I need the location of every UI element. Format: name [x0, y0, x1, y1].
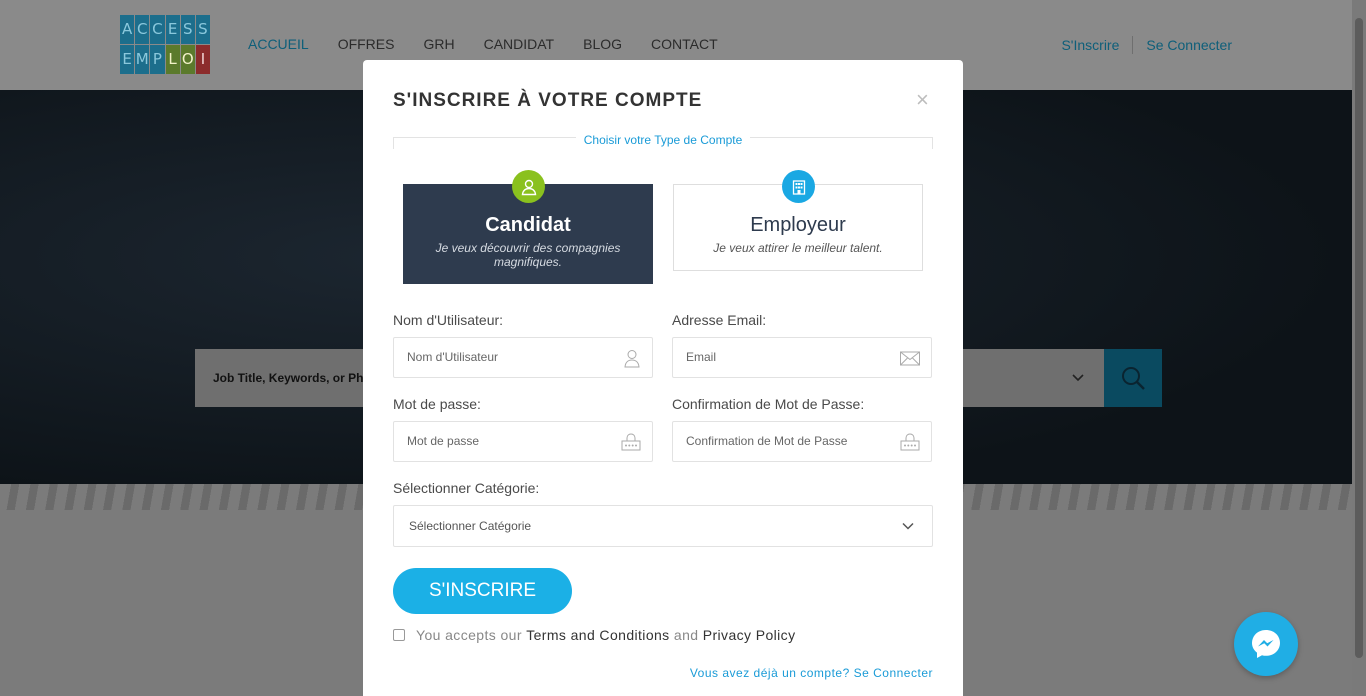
username-label: Nom d'Utilisateur: [393, 312, 504, 328]
signup-link[interactable]: S'Inscrire [1061, 37, 1119, 53]
account-type-title: Employeur [750, 214, 846, 236]
search-icon [1122, 367, 1145, 390]
logo-letter: S [195, 15, 210, 44]
terms-link[interactable]: Terms and Conditions [526, 627, 669, 643]
scrollbar-thumb[interactable] [1355, 18, 1363, 658]
messenger-chat-button[interactable] [1234, 612, 1298, 676]
divider [1132, 36, 1134, 54]
signup-submit-button[interactable]: S'INSCRIRE [393, 568, 572, 614]
email-label: Adresse Email: [672, 312, 767, 328]
account-type-title: Candidat [485, 214, 571, 236]
chevron-down-icon [902, 522, 914, 530]
password-confirm-label: Confirmation de Mot de Passe: [672, 396, 865, 412]
nav-candidat[interactable]: CANDIDAT [484, 36, 555, 52]
existing-account-login-link[interactable]: Vous avez déjà un compte? Se Connecter [690, 666, 933, 680]
terms-row: You accepts our Terms and Conditions and… [393, 627, 795, 643]
lock-icon [900, 433, 920, 451]
logo-letter: I [195, 45, 210, 74]
lock-icon [621, 433, 641, 451]
search-button[interactable] [1104, 349, 1162, 407]
logo-letter: P [150, 45, 165, 74]
logo-letter: E [165, 15, 180, 44]
category-label: Sélectionner Catégorie: [393, 480, 540, 496]
account-type-description: Je veux attirer le meilleur talent. [713, 241, 883, 255]
terms-checkbox[interactable] [393, 629, 405, 641]
nav-blog[interactable]: BLOG [583, 36, 622, 52]
account-type-legend-text: Choisir votre Type de Compte [575, 133, 751, 147]
password-confirm-placeholder: Confirmation de Mot de Passe [686, 434, 848, 448]
nav-accueil[interactable]: ACCUEIL [248, 36, 309, 52]
category-selected-value: Sélectionner Catégorie [409, 519, 532, 533]
password-label: Mot de passe: [393, 396, 481, 412]
signup-modal: S'INSCRIRE À VOTRE COMPTE × Choisir votr… [363, 60, 963, 696]
nav-contact[interactable]: CONTACT [651, 36, 718, 52]
header-auth-links: S'Inscrire Se Connecter [1061, 36, 1232, 54]
logo-letter: S [180, 15, 195, 44]
envelope-icon [900, 351, 920, 366]
account-type-description: Je veux découvrir des compagnies magnifi… [435, 241, 621, 269]
close-icon[interactable]: × [916, 89, 929, 111]
terms-prefix: You accepts our [416, 627, 522, 643]
logo-letter: C [150, 15, 165, 44]
account-type-legend: Choisir votre Type de Compte [363, 131, 963, 149]
access-emploi-logo[interactable]: A C C E S S E M P L O I [120, 15, 210, 74]
main-nav: ACCUEIL OFFRES GRH CANDIDAT BLOG CONTACT [248, 36, 718, 52]
logo-letter: L [165, 45, 180, 74]
logo-letter: M [135, 45, 150, 74]
nav-grh[interactable]: GRH [423, 36, 454, 52]
password-confirm-field[interactable]: Confirmation de Mot de Passe [672, 421, 932, 462]
privacy-policy-link[interactable]: Privacy Policy [703, 627, 796, 643]
user-icon [624, 350, 640, 368]
username-placeholder: Nom d'Utilisateur [407, 350, 498, 364]
username-field[interactable]: Nom d'Utilisateur [393, 337, 653, 378]
chevron-down-icon[interactable] [1070, 370, 1086, 386]
account-type-employeur[interactable]: Employeur Je veux attirer le meilleur ta… [673, 170, 923, 271]
password-field[interactable]: Mot de passe [393, 421, 653, 462]
category-select[interactable]: Sélectionner Catégorie [393, 505, 933, 547]
nav-offres[interactable]: OFFRES [338, 36, 395, 52]
email-field[interactable]: Email [672, 337, 932, 378]
messenger-icon [1252, 630, 1280, 658]
login-link[interactable]: Se Connecter [1146, 37, 1232, 53]
logo-letter: C [135, 15, 150, 44]
logo-letter: O [180, 45, 195, 74]
password-placeholder: Mot de passe [407, 434, 480, 448]
logo-letter: A [120, 15, 135, 44]
building-icon [782, 170, 815, 203]
account-type-candidat[interactable]: Candidat Je veux découvrir des compagnie… [403, 170, 653, 284]
email-placeholder: Email [686, 350, 717, 364]
terms-and: and [673, 627, 699, 643]
user-icon [512, 170, 545, 203]
scrollbar[interactable] [1352, 0, 1366, 696]
modal-title: S'INSCRIRE À VOTRE COMPTE [393, 90, 703, 111]
logo-letter: E [120, 45, 135, 74]
